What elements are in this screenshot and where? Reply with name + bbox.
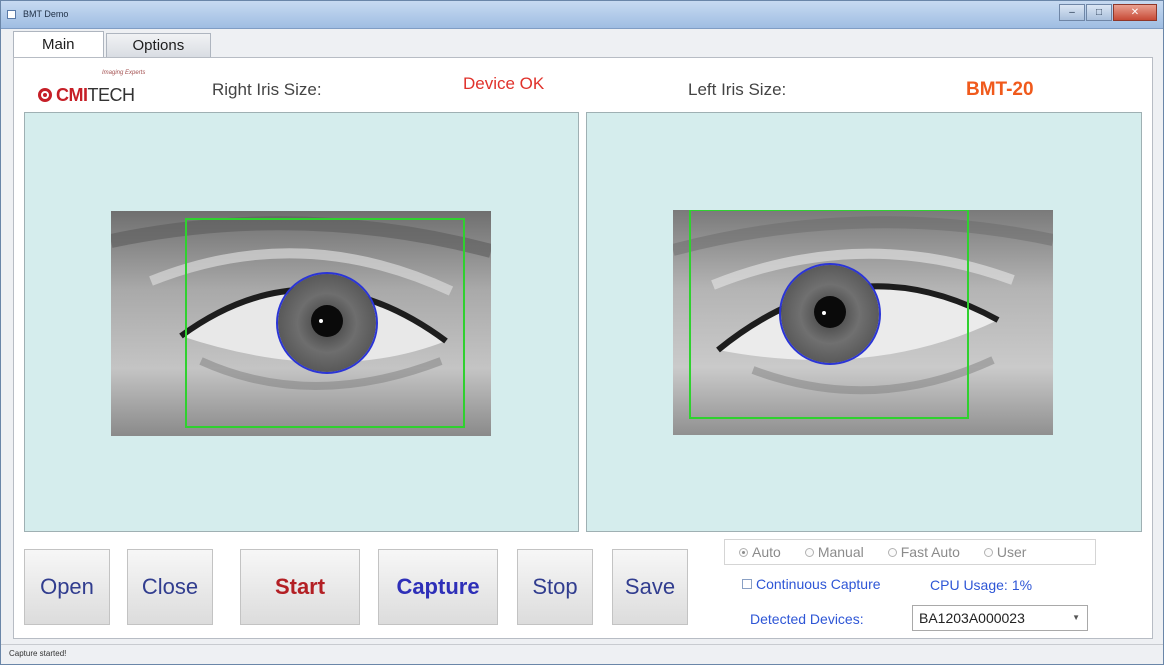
continuous-capture-checkbox[interactable]: Continuous Capture — [742, 576, 881, 592]
logo-mark-icon — [38, 88, 52, 102]
detected-devices-dropdown[interactable]: BA1203A000023 ▼ — [912, 605, 1088, 631]
right-eye-view — [24, 112, 579, 532]
checkbox-box[interactable] — [742, 579, 752, 589]
tab-options[interactable]: Options — [105, 33, 212, 57]
chevron-down-icon[interactable]: ▼ — [1072, 613, 1080, 622]
left-eye-image — [673, 210, 1053, 435]
title-bar: BMT Demo – □ ✕ — [1, 1, 1163, 29]
radio-fast-auto[interactable]: Fast Auto — [887, 544, 960, 560]
status-text: Capture started! — [9, 649, 67, 658]
device-model-label: BMT-20 — [966, 79, 1034, 100]
status-bar: Capture started! — [1, 644, 1163, 664]
radio-label: Fast Auto — [900, 544, 960, 560]
cmitech-logo: Imaging Experts CMITECH — [38, 70, 168, 106]
cpu-usage: CPU Usage: 1% — [930, 577, 1032, 593]
left-iris-size-label: Left Iris Size: — [688, 80, 787, 99]
close-button[interactable]: Close — [127, 549, 213, 625]
tab-bar: Main Options — [13, 31, 212, 57]
radio-indicator — [983, 547, 993, 557]
radio-label: Manual — [817, 544, 864, 560]
radio-indicator — [887, 547, 897, 557]
capture-mode-group: Auto Manual Fast Auto User — [724, 539, 1096, 565]
save-button[interactable]: Save — [612, 549, 688, 625]
device-status-label: Device OK — [463, 74, 545, 93]
radio-label: Auto — [752, 544, 781, 560]
detected-devices-value: BA1203A000023 — [919, 610, 1025, 626]
window-controls: – □ ✕ — [1059, 4, 1157, 21]
window-title: BMT Demo — [23, 9, 69, 19]
stop-button[interactable]: Stop — [517, 549, 593, 625]
right-eye-image — [111, 211, 491, 436]
app-window-icon — [7, 10, 16, 19]
app-window: BMT Demo – □ ✕ Main Options Imaging Expe… — [0, 0, 1164, 665]
radio-indicator — [739, 547, 748, 557]
radio-manual[interactable]: Manual — [804, 544, 864, 560]
left-eye-view — [586, 112, 1142, 532]
continuous-capture-label: Continuous Capture — [756, 576, 881, 592]
open-button[interactable]: Open — [24, 549, 110, 625]
radio-indicator — [804, 547, 814, 557]
radio-label: User — [996, 544, 1027, 560]
right-iris-size-label: Right Iris Size: — [212, 80, 322, 99]
close-window-button[interactable]: ✕ — [1113, 4, 1157, 21]
minimize-button[interactable]: – — [1059, 4, 1085, 21]
logo-text: CMITECH — [56, 85, 135, 105]
radio-auto[interactable]: Auto — [739, 544, 781, 560]
main-panel: Imaging Experts CMITECH Right Iris Size:… — [13, 57, 1153, 639]
detected-devices-label: Detected Devices: — [750, 611, 864, 627]
logo-tagline: Imaging Experts — [102, 70, 146, 76]
cpu-usage-label: CPU Usage: — [930, 577, 1008, 593]
tab-main[interactable]: Main — [13, 31, 104, 57]
capture-button[interactable]: Capture — [378, 549, 498, 625]
start-button[interactable]: Start — [240, 549, 360, 625]
cpu-usage-value: 1% — [1011, 577, 1033, 593]
radio-user[interactable]: User — [983, 544, 1027, 560]
maximize-button[interactable]: □ — [1086, 4, 1112, 21]
